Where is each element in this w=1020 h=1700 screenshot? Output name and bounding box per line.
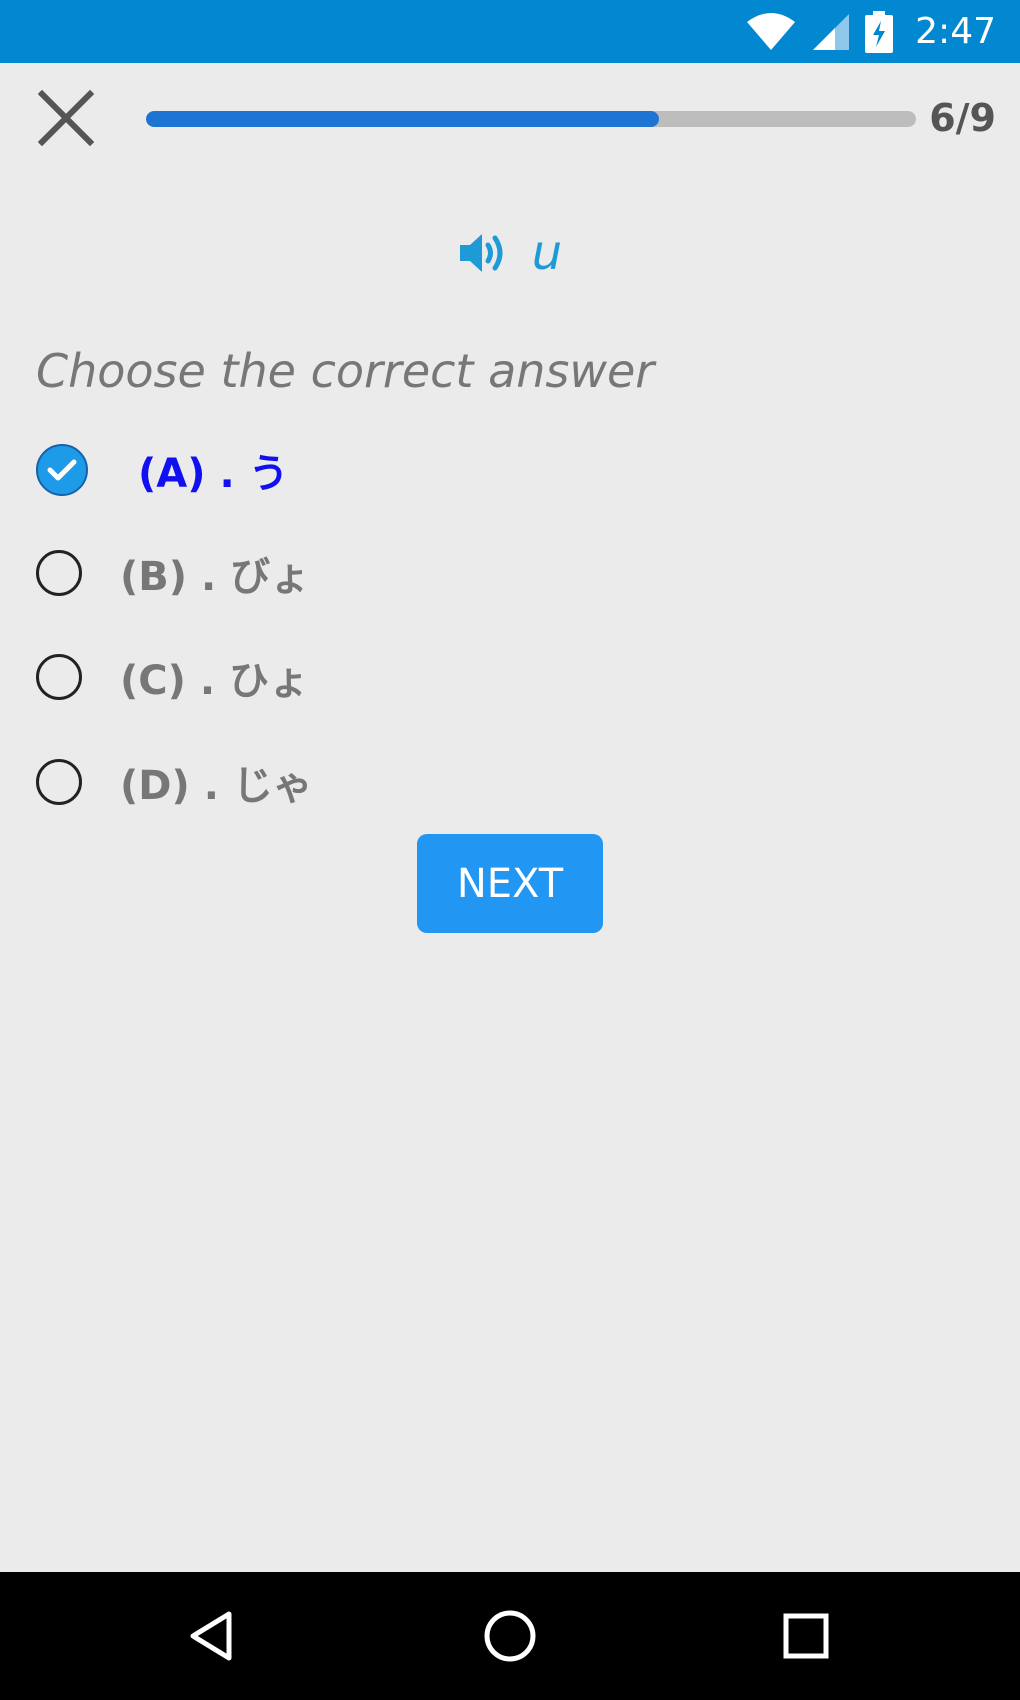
back-icon xyxy=(190,1611,232,1661)
close-icon xyxy=(38,90,94,146)
battery-charging-icon xyxy=(865,10,894,53)
prompt-text: u xyxy=(531,225,563,281)
progress-fill xyxy=(146,111,660,127)
question-text: Choose the correct answer xyxy=(36,344,655,398)
recents-button[interactable] xyxy=(776,1606,836,1666)
option-a[interactable]: (A) . う xyxy=(36,437,289,503)
progress-bar xyxy=(146,111,916,127)
status-bar: 2:47 xyxy=(0,0,1020,63)
close-button[interactable] xyxy=(34,86,98,150)
play-audio-button[interactable] xyxy=(458,230,510,276)
status-icons: 2:47 xyxy=(745,0,996,63)
status-time: 2:47 xyxy=(915,11,996,52)
navigation-bar xyxy=(0,1572,1020,1700)
recents-icon xyxy=(783,1613,829,1659)
option-label: (B) . びょ xyxy=(120,554,311,600)
back-button[interactable] xyxy=(183,1606,243,1666)
speaker-icon xyxy=(459,234,503,272)
prompt-row: u xyxy=(0,218,1020,288)
option-label: (A) . う xyxy=(138,451,289,497)
radio-unchecked-icon[interactable] xyxy=(36,550,82,596)
checkmark-icon xyxy=(47,459,77,481)
option-b[interactable]: (B) . びょ xyxy=(36,540,310,606)
option-label: (C) . ひょ xyxy=(120,658,309,704)
radio-unchecked-icon[interactable] xyxy=(36,654,82,700)
signal-icon xyxy=(813,13,850,50)
next-button[interactable]: NEXT xyxy=(417,834,603,933)
home-button[interactable] xyxy=(480,1606,540,1666)
home-icon xyxy=(484,1610,536,1662)
option-d[interactable]: (D) . じゃ xyxy=(36,749,313,815)
radio-unchecked-icon[interactable] xyxy=(36,759,82,805)
wifi-icon xyxy=(747,12,796,50)
progress-count: 6/9 xyxy=(929,96,996,140)
option-label: (D) . じゃ xyxy=(120,763,313,809)
option-c[interactable]: (C) . ひょ xyxy=(36,644,309,710)
radio-checked-icon[interactable] xyxy=(36,444,88,496)
